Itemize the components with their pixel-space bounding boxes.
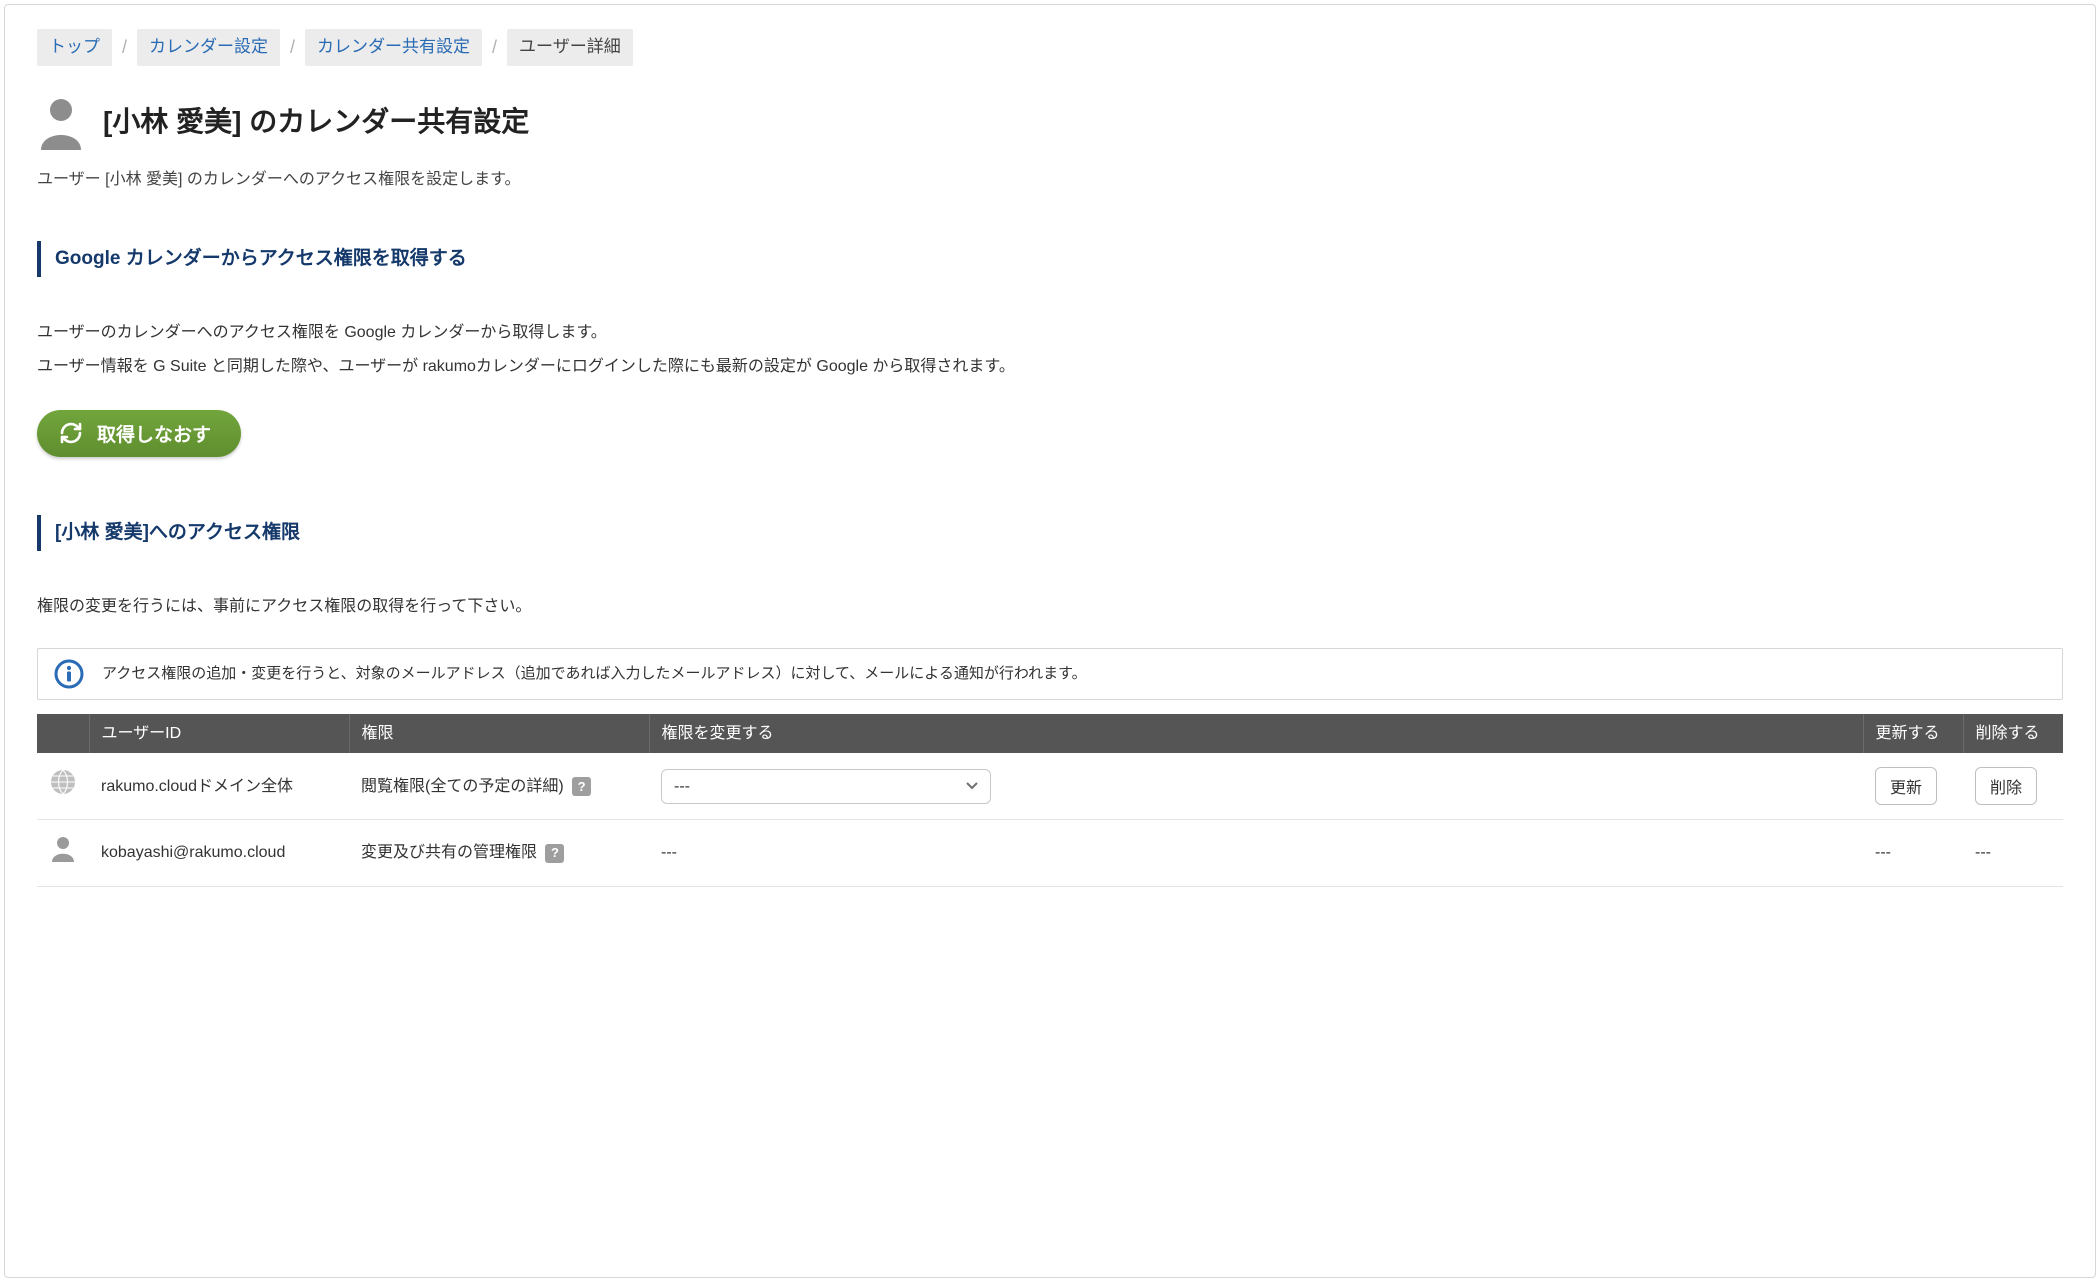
breadcrumb-item-calendar-settings[interactable]: カレンダー設定 [137, 29, 280, 66]
page-subtitle: ユーザー [小林 愛美] のカレンダーへのアクセス権限を設定します。 [37, 166, 2063, 193]
table-row: kobayashi@rakumo.cloud 変更及び共有の管理権限 ? ---… [37, 820, 2063, 886]
change-placeholder: --- [661, 844, 677, 861]
cell-permission: 変更及び共有の管理権限 ? [349, 820, 649, 886]
update-placeholder: --- [1875, 844, 1891, 861]
refresh-icon [59, 421, 83, 445]
permissions-table: ユーザーID 権限 権限を変更する 更新する 削除する [37, 714, 2063, 886]
refetch-button-label: 取得しなおす [97, 420, 211, 447]
breadcrumb-separator: / [290, 32, 295, 63]
info-banner: アクセス権限の追加・変更を行うと、対象のメールアドレス（追加であれば入力したメー… [37, 648, 2063, 700]
section-heading-access: [小林 愛美]へのアクセス権限 [37, 515, 2063, 551]
info-text: アクセス権限の追加・変更を行うと、対象のメールアドレス（追加であれば入力したメー… [102, 661, 1087, 687]
fetch-desc-1: ユーザーのカレンダーへのアクセス権限を Google カレンダーから取得します。 [37, 319, 2063, 346]
user-avatar-icon [37, 94, 85, 150]
table-header-permission: 権限 [349, 714, 649, 753]
breadcrumb-item-top[interactable]: トップ [37, 29, 112, 66]
table-header-update: 更新する [1863, 714, 1963, 753]
help-icon[interactable]: ? [572, 777, 591, 796]
breadcrumb-separator: / [492, 32, 497, 63]
section-heading-fetch: Google カレンダーからアクセス権限を取得する [37, 241, 2063, 277]
update-button[interactable]: 更新 [1875, 767, 1937, 805]
table-header-icon [37, 714, 89, 753]
refetch-button[interactable]: 取得しなおす [37, 410, 241, 457]
delete-button[interactable]: 削除 [1975, 767, 2037, 805]
table-row: rakumo.cloudドメイン全体 閲覧権限(全ての予定の詳細) ? --- … [37, 753, 2063, 820]
table-header-change: 権限を変更する [649, 714, 1863, 753]
breadcrumb-link[interactable]: トップ [49, 37, 100, 56]
delete-placeholder: --- [1975, 844, 1991, 861]
table-header-user-id: ユーザーID [89, 714, 349, 753]
breadcrumb: トップ / カレンダー設定 / カレンダー共有設定 / ユーザー詳細 [37, 29, 2063, 66]
breadcrumb-link[interactable]: カレンダー設定 [149, 37, 268, 56]
table-header-delete: 削除する [1963, 714, 2063, 753]
breadcrumb-item-user-detail: ユーザー詳細 [507, 29, 633, 66]
info-icon [54, 659, 84, 689]
access-desc: 権限の変更を行うには、事前にアクセス権限の取得を行って下さい。 [37, 593, 2063, 620]
person-icon [50, 849, 76, 866]
cell-user-id: rakumo.cloudドメイン全体 [89, 753, 349, 820]
cell-permission: 閲覧権限(全ての予定の詳細) ? [349, 753, 649, 820]
help-icon[interactable]: ? [545, 844, 564, 863]
cell-user-id: kobayashi@rakumo.cloud [89, 820, 349, 886]
breadcrumb-item-calendar-share-settings[interactable]: カレンダー共有設定 [305, 29, 482, 66]
fetch-desc-2: ユーザー情報を G Suite と同期した際や、ユーザーが rakumoカレンダ… [37, 353, 2063, 380]
page-title: [小林 愛美] のカレンダー共有設定 [103, 98, 529, 146]
breadcrumb-link[interactable]: カレンダー共有設定 [317, 37, 470, 56]
permission-select[interactable]: --- [661, 769, 991, 804]
breadcrumb-separator: / [122, 32, 127, 63]
globe-icon [49, 783, 77, 800]
permission-text: 閲覧権限(全ての予定の詳細) [361, 778, 564, 795]
permission-text: 変更及び共有の管理権限 [361, 844, 537, 861]
